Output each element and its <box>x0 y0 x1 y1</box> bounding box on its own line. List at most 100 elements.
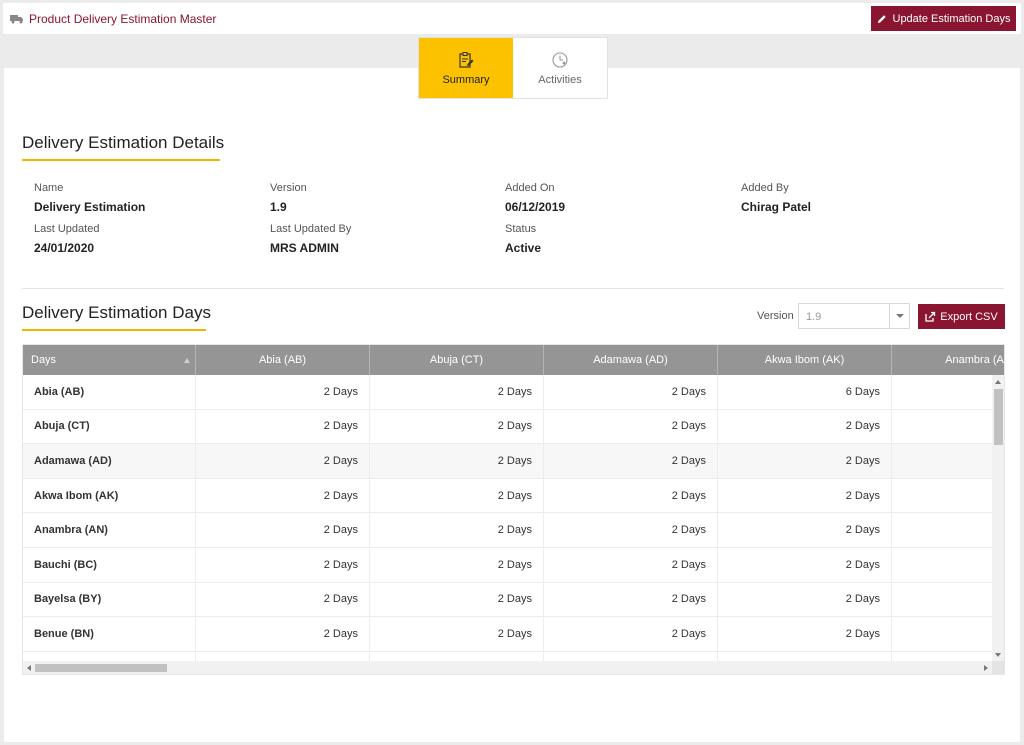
grid-cell[interactable]: 2 Days <box>718 444 892 478</box>
grid-cell[interactable]: 2 Days <box>370 547 544 582</box>
grid-cell[interactable]: 2 Days <box>196 547 370 582</box>
table-row[interactable]: Akwa Ibom (AK) 2 Days 2 Days 2 Days 2 Da… <box>23 478 992 514</box>
scroll-right-icon[interactable] <box>984 665 988 671</box>
column-header[interactable]: Abuja (CT) <box>370 345 544 375</box>
tab-activities-label: Activities <box>538 73 582 86</box>
vertical-scrollbar[interactable] <box>992 375 1004 661</box>
grid-cell[interactable]: 6 Days <box>718 375 892 409</box>
grid-cell[interactable]: 2 Days <box>544 513 718 547</box>
table-row[interactable]: Abia (AB) 2 Days 2 Days 2 Days 6 Days <box>23 375 992 410</box>
row-label: Abia (AB) <box>23 375 196 409</box>
grid-cell[interactable]: 2 Days <box>718 617 892 651</box>
grid-cell[interactable]: 2 Days <box>196 375 370 409</box>
grid-cell[interactable] <box>892 617 992 651</box>
days-section-title: Delivery Estimation Days <box>22 303 211 322</box>
table-row[interactable]: Bayelsa (BY) 2 Days 2 Days 2 Days 2 Days <box>23 582 992 618</box>
table-row[interactable] <box>23 651 992 661</box>
grid-cell[interactable]: 2 Days <box>196 409 370 444</box>
grid-cell[interactable]: 2 Days <box>544 617 718 651</box>
export-csv-button[interactable]: Export CSV <box>918 304 1005 329</box>
grid-cell[interactable] <box>892 375 992 409</box>
update-estimation-days-button[interactable]: Update Estimation Days <box>871 6 1016 31</box>
added-by-label: Added By <box>741 182 789 194</box>
scroll-up-icon[interactable] <box>995 380 1001 384</box>
column-header[interactable]: Anambra (AN <box>892 345 1004 375</box>
table-row[interactable]: Adamawa (AD) 2 Days 2 Days 2 Days 2 Days <box>23 444 992 479</box>
grid-cell[interactable]: 2 Days <box>370 375 544 409</box>
status-label: Status <box>505 223 537 235</box>
column-header[interactable]: Abia (AB) <box>196 345 370 375</box>
grid-cell[interactable]: 2 Days <box>718 547 892 582</box>
grid-cell[interactable]: 2 Days <box>196 513 370 547</box>
last-updated-by-value: MRS ADMIN <box>270 241 339 255</box>
page-title: Product Delivery Estimation Master <box>29 12 217 26</box>
grid-cell[interactable] <box>892 513 992 547</box>
grid-cell[interactable] <box>892 583 992 617</box>
grid-cell[interactable]: 2 Days <box>544 547 718 582</box>
status-value: Active <box>505 241 542 255</box>
clock-activity-icon <box>552 51 568 68</box>
row-label: Adamawa (AD) <box>23 444 196 478</box>
grid-cell[interactable]: 2 Days <box>544 409 718 444</box>
grid-cell[interactable] <box>196 651 370 661</box>
scroll-left-icon[interactable] <box>27 665 31 671</box>
grid-cell[interactable] <box>718 651 892 661</box>
column-header[interactable]: Akwa Ibom (AK) <box>718 345 892 375</box>
row-label: Akwa Ibom (AK) <box>23 478 196 513</box>
row-label: Bayelsa (BY) <box>23 582 196 617</box>
horizontal-scroll-thumb[interactable] <box>35 664 167 672</box>
grid-cell[interactable]: 2 Days <box>370 617 544 651</box>
grid-cell[interactable]: 2 Days <box>196 582 370 617</box>
grid-cell[interactable]: 2 Days <box>544 478 718 513</box>
grid-cell[interactable]: 2 Days <box>544 582 718 617</box>
column-header-days[interactable]: Days <box>23 345 196 375</box>
last-updated-by-label: Last Updated By <box>270 223 352 235</box>
horizontal-scrollbar[interactable] <box>23 661 992 674</box>
grid-cell[interactable] <box>370 651 544 661</box>
grid-cell[interactable]: 2 Days <box>370 582 544 617</box>
chevron-down-icon[interactable] <box>896 314 904 318</box>
grid-cell[interactable] <box>892 652 992 661</box>
grid-cell[interactable]: 2 Days <box>370 478 544 513</box>
tab-summary[interactable]: Summary <box>419 38 513 98</box>
table-row[interactable]: Anambra (AN) 2 Days 2 Days 2 Days 2 Days <box>23 513 992 548</box>
grid-cell[interactable]: 2 Days <box>544 375 718 409</box>
grid-cell[interactable] <box>892 548 992 582</box>
grid-cell[interactable] <box>892 410 992 444</box>
delivery-days-grid: Days Abia (AB) Abuja (CT) Adamawa (AD) A… <box>22 344 1005 675</box>
version-value: 1.9 <box>270 200 287 214</box>
column-header[interactable]: Adamawa (AD) <box>544 345 718 375</box>
grid-cell[interactable]: 2 Days <box>370 409 544 444</box>
table-row[interactable]: Benue (BN) 2 Days 2 Days 2 Days 2 Days <box>23 617 992 652</box>
grid-cell[interactable]: 2 Days <box>196 478 370 513</box>
version-select[interactable]: 1.9 <box>798 303 910 329</box>
sort-ascending-icon[interactable] <box>184 357 190 363</box>
row-label <box>23 651 196 661</box>
added-on-value: 06/12/2019 <box>505 200 566 214</box>
vertical-scroll-thumb[interactable] <box>994 389 1003 445</box>
scroll-down-icon[interactable] <box>995 653 1001 657</box>
grid-cell[interactable]: 2 Days <box>196 444 370 478</box>
grid-cell[interactable]: 2 Days <box>718 513 892 547</box>
tab-activities[interactable]: Activities <box>513 38 607 98</box>
grid-cell[interactable]: 2 Days <box>718 409 892 444</box>
last-updated-label: Last Updated <box>34 223 100 235</box>
last-updated-value: 24/01/2020 <box>34 241 95 255</box>
grid-cell[interactable]: 2 Days <box>370 513 544 547</box>
grid-cell[interactable]: 2 Days <box>718 582 892 617</box>
grid-cell[interactable]: 2 Days <box>196 617 370 651</box>
grid-cell[interactable] <box>892 479 992 513</box>
grid-cell[interactable] <box>892 444 992 478</box>
table-row[interactable]: Abuja (CT) 2 Days 2 Days 2 Days 2 Days <box>23 409 992 445</box>
tab-summary-label: Summary <box>442 73 490 86</box>
clipboard-edit-icon <box>459 51 474 68</box>
added-on-label: Added On <box>505 182 555 194</box>
export-csv-label: Export CSV <box>940 310 998 323</box>
pencil-icon <box>877 14 886 23</box>
table-row[interactable]: Bauchi (BC) 2 Days 2 Days 2 Days 2 Days <box>23 547 992 583</box>
name-value: Delivery Estimation <box>34 200 146 214</box>
grid-cell[interactable]: 2 Days <box>544 444 718 478</box>
grid-cell[interactable] <box>544 651 718 661</box>
grid-cell[interactable]: 2 Days <box>370 444 544 478</box>
grid-cell[interactable]: 2 Days <box>718 478 892 513</box>
